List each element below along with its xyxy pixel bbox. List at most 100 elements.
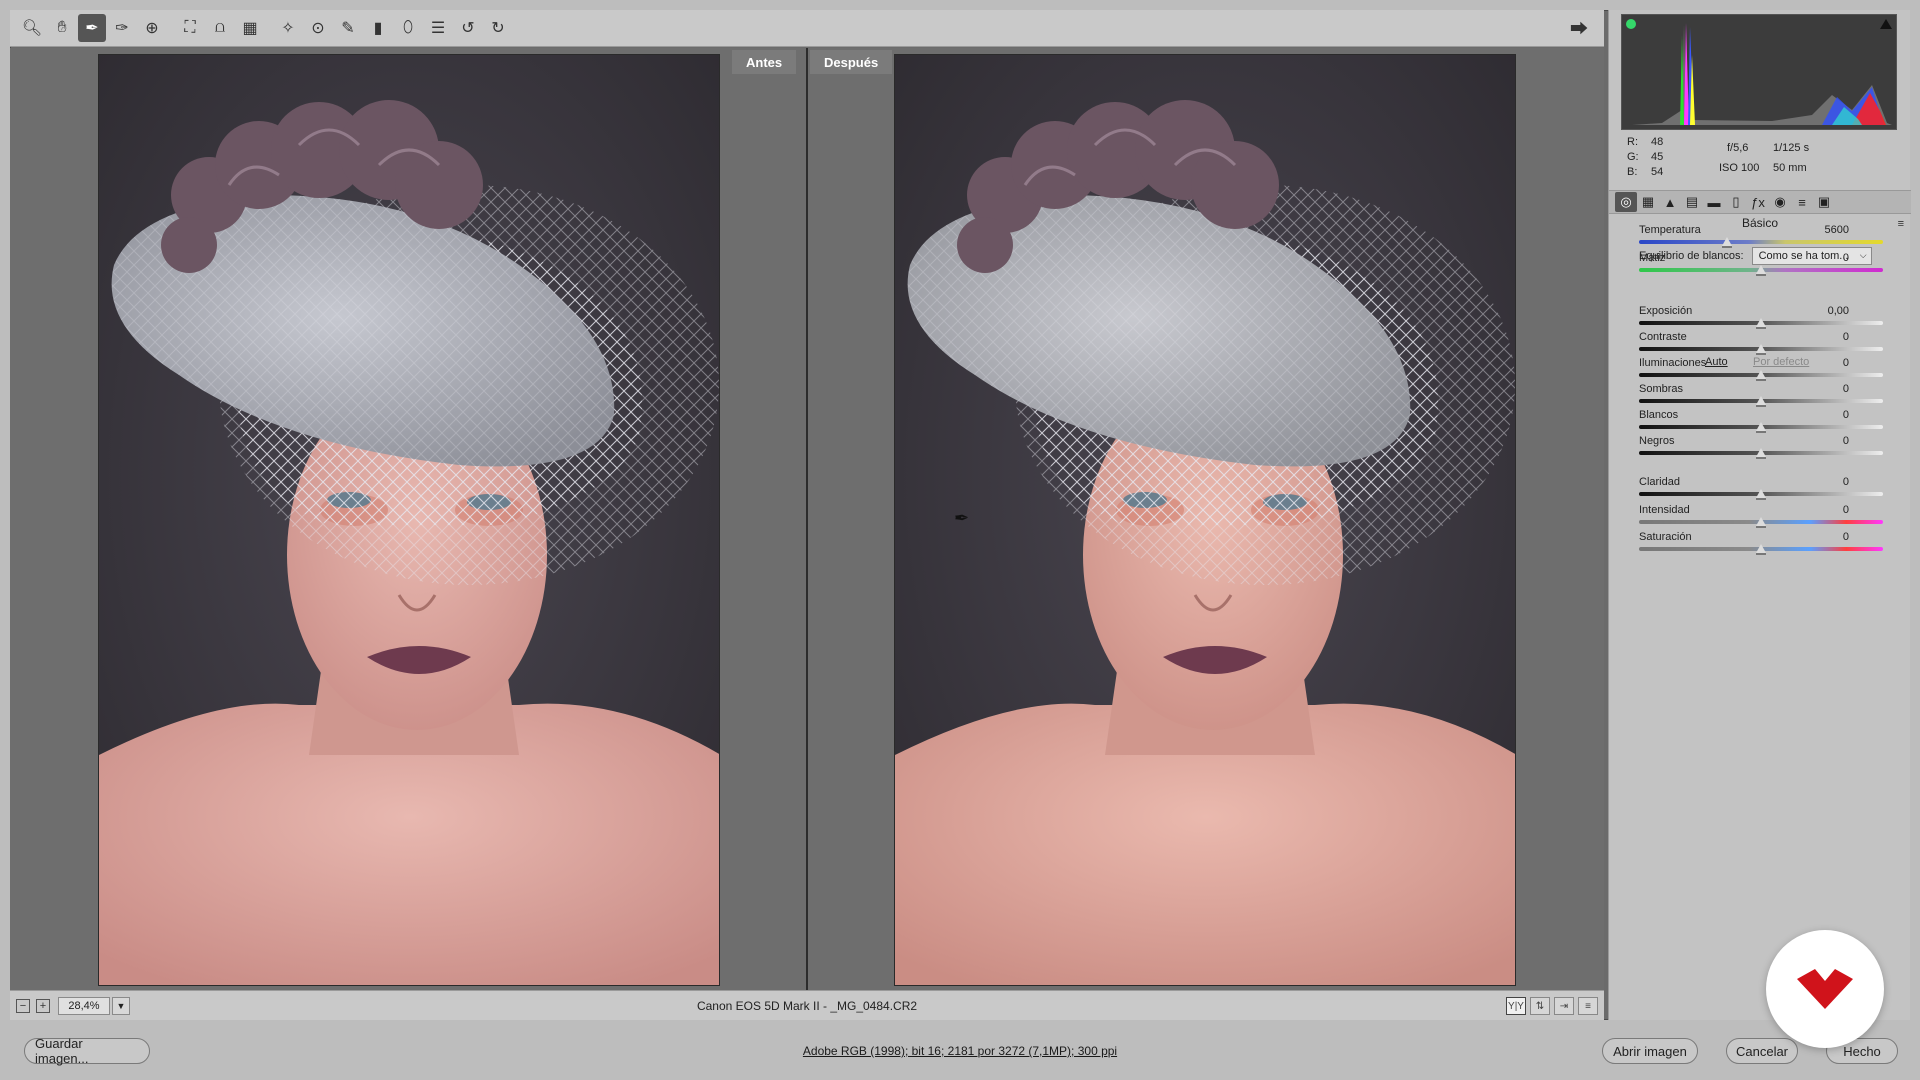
after-image[interactable]: [894, 54, 1516, 986]
slider-negros[interactable]: Negros 0: [1639, 435, 1883, 465]
open-preferences-icon[interactable]: ⮕: [1566, 15, 1592, 41]
slider-thumb[interactable]: [1756, 344, 1766, 355]
before-label: Antes: [732, 50, 797, 74]
slider-label: Sombras: [1639, 383, 1684, 395]
shutter-speed: 1/125 s: [1773, 142, 1810, 154]
focal-length: 50 mm: [1773, 162, 1807, 174]
file-name: Canon EOS 5D Mark II - _MG_0484.CR2: [696, 998, 918, 1013]
aperture: f/5,6: [1727, 142, 1749, 154]
slider-thumb[interactable]: [1756, 396, 1766, 407]
target-adjust-icon[interactable]: ⊕: [138, 14, 166, 42]
slider-label: Claridad: [1639, 476, 1680, 488]
slider-temperatura[interactable]: Temperatura 5600: [1639, 224, 1883, 254]
effects-tab-icon[interactable]: ƒx: [1747, 192, 1769, 212]
slider-thumb[interactable]: [1756, 448, 1766, 459]
open-image-button[interactable]: Abrir imagen: [1602, 1038, 1698, 1064]
rotate-right-icon[interactable]: ↻: [484, 14, 512, 42]
hsl-tab-icon[interactable]: ▤: [1681, 192, 1703, 212]
split-divider: [806, 48, 808, 990]
slider-value[interactable]: 0: [1799, 435, 1849, 447]
slider-thumb[interactable]: [1756, 318, 1766, 329]
before-after-view-icon[interactable]: Y|Y: [1506, 997, 1526, 1015]
toggle-settings-icon[interactable]: ≡: [1578, 997, 1598, 1015]
slider-intensidad[interactable]: Intensidad 0: [1639, 504, 1883, 534]
slider-track[interactable]: [1639, 240, 1883, 244]
slider-thumb[interactable]: [1756, 422, 1766, 433]
slider-claridad[interactable]: Claridad 0: [1639, 476, 1883, 506]
blue-value: 54: [1651, 166, 1664, 178]
graduated-filter-icon[interactable]: ▮: [364, 14, 392, 42]
copy-settings-icon[interactable]: ⇥: [1554, 997, 1574, 1015]
panel-tabs: ◎ ▦ ▲ ▤ ▬ ▯ ƒx ◉ ≡ ▣: [1609, 190, 1911, 214]
slider-thumb[interactable]: [1756, 517, 1766, 528]
portrait-before-picture: [99, 55, 719, 985]
pixel-readout: R: 48 G: 45 B: 54 f/5,6 1/125 s ISO 100 50 …: [1627, 136, 1810, 178]
list-icon[interactable]: ☰: [424, 14, 452, 42]
zoom-dropdown-icon[interactable]: ▼: [112, 996, 130, 1015]
straighten-icon[interactable]: ⩍: [206, 14, 234, 42]
status-bar: − + 28,4% ▼ Canon EOS 5D Mark II - _MG_0…: [10, 990, 1604, 1020]
zoom-level[interactable]: 28,4%: [58, 996, 110, 1015]
slider-matiz[interactable]: Matiz 0: [1639, 252, 1883, 282]
slider-value[interactable]: 0: [1799, 252, 1849, 264]
slider-value[interactable]: 0: [1799, 409, 1849, 421]
slider-thumb[interactable]: [1756, 544, 1766, 555]
slider-label: Saturación: [1639, 531, 1692, 543]
slider-value[interactable]: 5600: [1799, 224, 1849, 236]
zoom-icon[interactable]: 🔍︎: [18, 14, 46, 42]
white-balance-icon[interactable]: ✒︎: [78, 14, 106, 42]
red-value: 48: [1651, 136, 1664, 148]
green-value: 45: [1651, 151, 1664, 163]
slider-value[interactable]: 0: [1799, 504, 1849, 516]
camera-calibration-tab-icon[interactable]: ◉: [1769, 192, 1791, 212]
split-toning-tab-icon[interactable]: ▬: [1703, 192, 1725, 212]
presets-tab-icon[interactable]: ≡: [1791, 192, 1813, 212]
slider-thumb[interactable]: [1721, 237, 1732, 248]
crop-icon[interactable]: ⛶: [176, 14, 204, 42]
slider-value[interactable]: 0: [1799, 357, 1849, 369]
toolbar: 🔍︎ ✋︎ ✒︎ ✑︎ ⊕ ⛶ ⩍ ▦ ✧ ⊙ ✎ ▮ ⬯ ☰ ↺ ↻ ⮕: [10, 10, 1604, 47]
slider-saturacion[interactable]: Saturación 0: [1639, 531, 1883, 561]
slider-label: Matiz: [1639, 252, 1666, 264]
histogram-graph: [1632, 23, 1892, 125]
before-image[interactable]: [98, 54, 720, 986]
slider-label: Negros: [1639, 435, 1675, 447]
slider-label: Intensidad: [1639, 504, 1690, 516]
watermark-logo: [1766, 930, 1884, 1048]
slider-thumb[interactable]: [1756, 370, 1766, 381]
image-preview[interactable]: Antes Después ✒︎: [10, 48, 1604, 990]
lens-tab-icon[interactable]: ▯: [1725, 192, 1747, 212]
iso: ISO 100: [1719, 162, 1760, 174]
zoom-in-button[interactable]: +: [36, 998, 50, 1013]
slider-value[interactable]: 0: [1799, 476, 1849, 488]
snapshots-tab-icon[interactable]: ▣: [1813, 192, 1835, 212]
tone-curve-tab-icon[interactable]: ▦: [1637, 192, 1659, 212]
panel-menu-icon[interactable]: ≡: [1898, 218, 1904, 230]
slider-value[interactable]: 0,00: [1799, 305, 1849, 317]
hand-icon[interactable]: ✋︎: [48, 14, 76, 42]
highlight-clipping-warning-icon[interactable]: [1880, 19, 1892, 29]
transform-icon[interactable]: ▦: [236, 14, 264, 42]
histogram: [1621, 14, 1897, 130]
slider-value[interactable]: 0: [1799, 383, 1849, 395]
radial-filter-icon[interactable]: ⬯: [394, 14, 422, 42]
slider-thumb[interactable]: [1756, 265, 1766, 276]
slider-label: Iluminaciones: [1639, 357, 1707, 369]
shadow-clipping-warning-icon[interactable]: [1626, 19, 1636, 29]
rotate-left-icon[interactable]: ↺: [454, 14, 482, 42]
color-sampler-icon[interactable]: ✑︎: [108, 14, 136, 42]
slider-value[interactable]: 0: [1799, 531, 1849, 543]
spot-removal-icon[interactable]: ✧: [274, 14, 302, 42]
zoom-out-button[interactable]: −: [16, 998, 30, 1013]
camera-raw-window: 🔍︎ ✋︎ ✒︎ ✑︎ ⊕ ⛶ ⩍ ▦ ✧ ⊙ ✎ ▮ ⬯ ☰ ↺ ↻ ⮕ An…: [0, 0, 1920, 1080]
slider-label: Temperatura: [1639, 224, 1701, 236]
slider-thumb[interactable]: [1756, 489, 1766, 500]
slider-value[interactable]: 0: [1799, 331, 1849, 343]
detail-tab-icon[interactable]: ▲: [1659, 192, 1681, 212]
red-eye-icon[interactable]: ⊙: [304, 14, 332, 42]
cancel-button[interactable]: Cancelar: [1726, 1038, 1798, 1064]
basic-tab-icon[interactable]: ◎: [1615, 192, 1637, 212]
adjustment-brush-icon[interactable]: ✎: [334, 14, 362, 42]
slider-label: Blancos: [1639, 409, 1679, 421]
swap-settings-icon[interactable]: ⇅: [1530, 997, 1550, 1015]
